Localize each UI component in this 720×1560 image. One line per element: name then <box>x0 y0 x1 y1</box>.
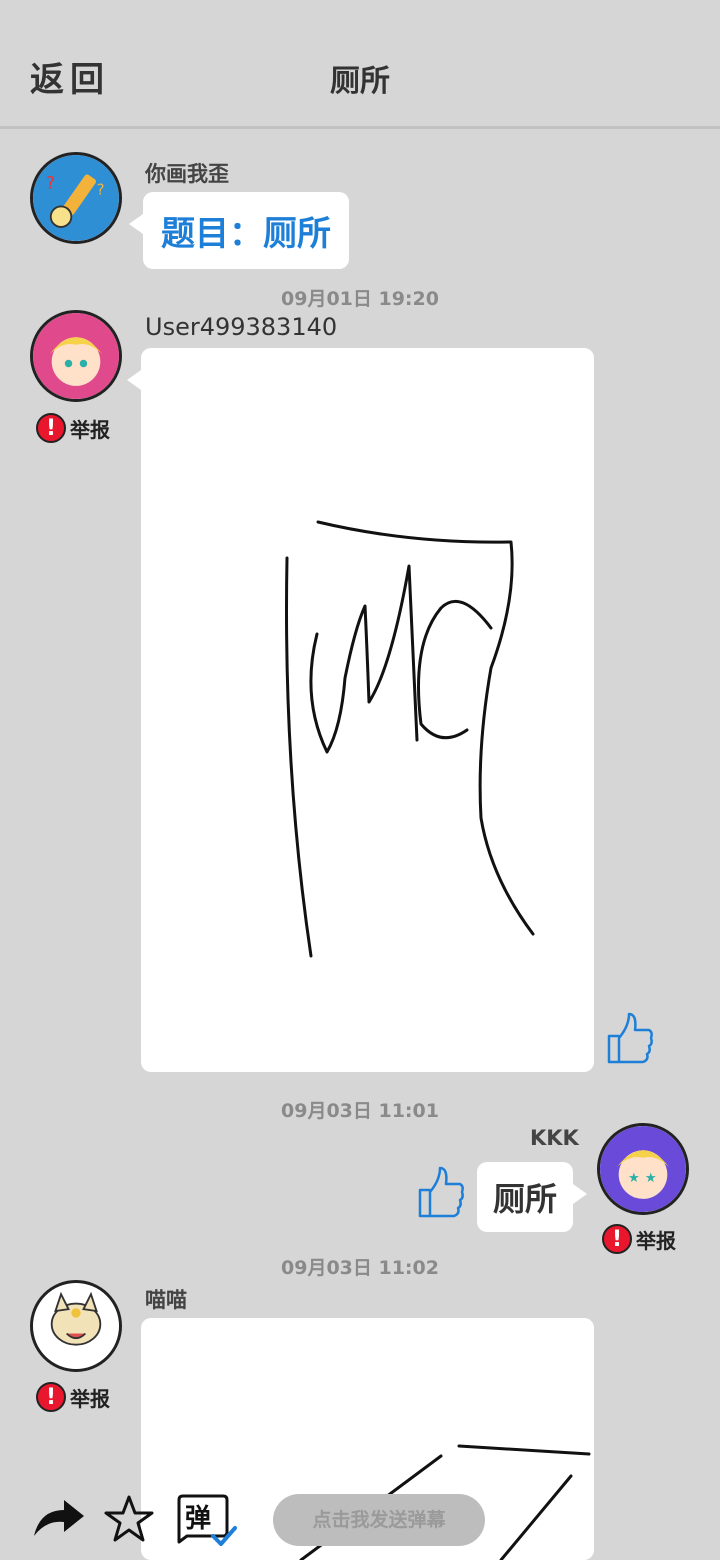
cat-avatar-icon <box>33 1283 119 1369</box>
message-text: 厕所 <box>493 1180 558 1218</box>
exclamation-icon: ! <box>36 1382 66 1412</box>
star-icon[interactable] <box>104 1494 154 1548</box>
topic-text: 题目：厕所 <box>161 214 331 254</box>
pencil-avatar-icon: ? ? <box>33 155 119 241</box>
svg-text:★: ★ <box>645 1171 657 1186</box>
anime-avatar-icon: ★ ★ <box>600 1126 686 1212</box>
page-title: 厕所 <box>330 64 390 99</box>
danmaku-icon-char: 弹 <box>185 1504 212 1534</box>
topic-bubble: 题目：厕所 <box>129 192 349 269</box>
anime-avatar-icon <box>33 313 119 399</box>
avatar-user[interactable] <box>30 310 122 402</box>
drawing-canvas <box>285 520 535 958</box>
sender-name: 你画我歪 <box>145 162 229 186</box>
report-button[interactable]: ! 举报 <box>602 1224 676 1254</box>
timestamp: 09月03日 11:01 <box>281 1100 439 1122</box>
drawing-bubble[interactable] <box>127 348 594 1072</box>
danmaku-input[interactable]: 点击我发送弹幕 <box>273 1494 485 1546</box>
like-icon[interactable] <box>603 1010 655 1070</box>
svg-text:★: ★ <box>628 1171 640 1186</box>
timestamp: 09月03日 11:02 <box>281 1257 439 1279</box>
report-button[interactable]: ! 举报 <box>36 1382 110 1412</box>
svg-text:?: ? <box>97 180 105 198</box>
avatar-user[interactable]: ★ ★ <box>597 1123 689 1215</box>
report-label: 举报 <box>636 1228 676 1253</box>
top-bar: 返回 厕所 <box>0 0 720 129</box>
danmaku-icon[interactable]: 弹 <box>175 1492 237 1546</box>
report-button[interactable]: ! 举报 <box>36 413 110 443</box>
timestamp: 09月01日 19:20 <box>281 288 439 310</box>
text-bubble: 厕所 <box>477 1162 588 1232</box>
sender-name: 喵喵 <box>145 1288 187 1312</box>
report-label: 举报 <box>70 417 110 442</box>
svg-text:?: ? <box>46 173 55 193</box>
exclamation-icon: ! <box>602 1224 632 1254</box>
avatar-user[interactable] <box>30 1280 122 1372</box>
report-label: 举报 <box>70 1386 110 1411</box>
sender-name: User499383140 <box>145 313 338 341</box>
like-icon[interactable] <box>414 1164 466 1224</box>
sender-name: KKK <box>530 1126 579 1150</box>
avatar-system[interactable]: ? ? <box>30 152 122 244</box>
share-icon[interactable] <box>30 1496 86 1544</box>
exclamation-icon: ! <box>36 413 66 443</box>
